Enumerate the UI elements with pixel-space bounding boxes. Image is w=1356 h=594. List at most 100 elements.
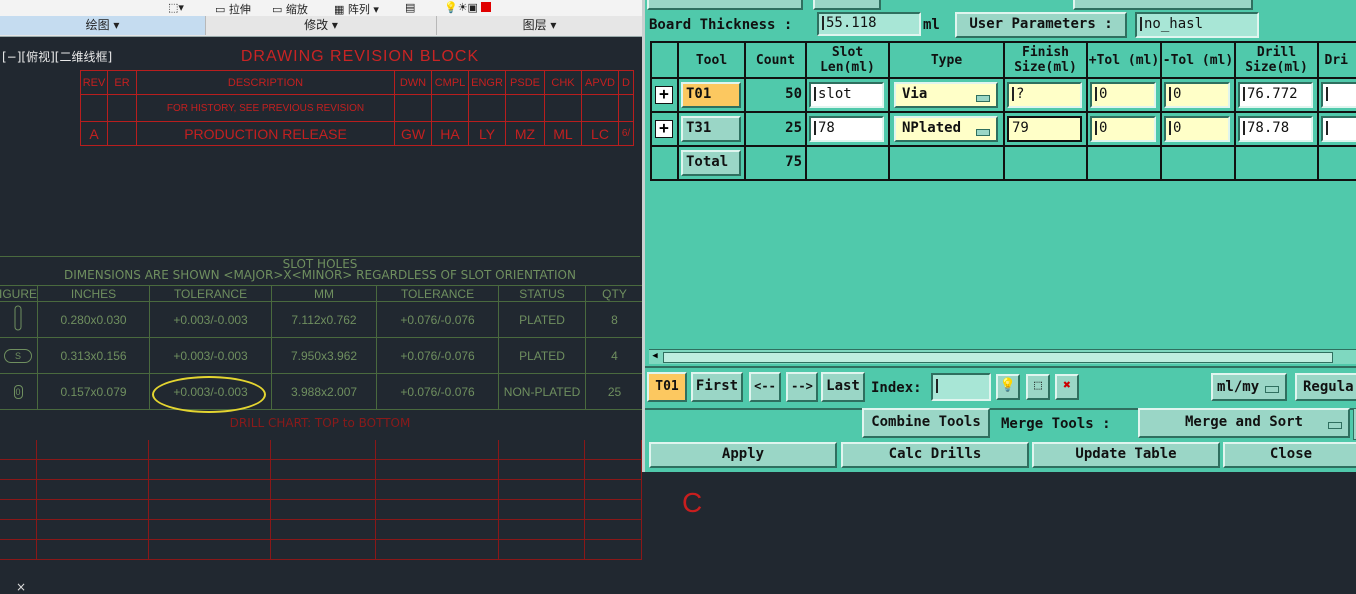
horizontal-scrollbar[interactable]: ◀	[649, 349, 1356, 364]
expand-icon[interactable]: +	[655, 86, 673, 104]
slot-len-header: Slot Len(ml)	[807, 43, 890, 79]
top-button-3[interactable]	[1073, 0, 1253, 10]
tool-header: Tool	[679, 43, 746, 79]
drill-chart-title: DRILL CHART: TOP to BOTTOM	[229, 416, 411, 430]
minus-tol-header: -Tol (ml)	[1162, 43, 1236, 79]
engr-value: LY	[468, 121, 506, 146]
units-dropdown[interactable]: ml/my	[1211, 373, 1287, 401]
next-button[interactable]: -->	[786, 372, 818, 402]
panel-draw[interactable]: 绘图 ▾	[0, 16, 206, 35]
mm-cell: 7.950x3.962	[271, 337, 378, 374]
total-button[interactable]: Total	[681, 150, 741, 176]
mm-header: MM	[271, 285, 378, 302]
dwn-header: DWN	[394, 70, 432, 95]
minus-tol-input[interactable]: 0	[1164, 82, 1230, 108]
scale-button[interactable]: ▭ 缩放	[272, 1, 308, 17]
inches-cell: 0.313x0.156	[37, 337, 151, 374]
cad-ribbon: ⬚▾ ▭ 拉伸 ▭ 缩放 ▦ 阵列 ▾ ▤ 💡☀▣ 0	[0, 0, 642, 16]
type-dropdown[interactable]: Via	[894, 82, 998, 108]
tolerance-mm-cell: +0.076/-0.076	[376, 337, 500, 374]
drill-size-input[interactable]: 78.78	[1238, 116, 1313, 142]
minus-tol-input[interactable]: 0	[1164, 116, 1230, 142]
scrollbar-thumb[interactable]	[663, 352, 1333, 363]
finish-size-header: Finish Size(ml)	[1005, 43, 1088, 79]
last-button[interactable]: Last	[821, 372, 865, 402]
combine-tools-button[interactable]: Combine Tools	[862, 408, 990, 438]
delete-icon[interactable]: ✖	[1055, 374, 1079, 400]
drill-dev-input[interactable]	[1321, 116, 1356, 142]
expand-icon[interactable]: +	[655, 120, 673, 138]
qty-cell: 4	[585, 337, 645, 374]
qty-cell: 25	[585, 373, 645, 410]
stretch-button[interactable]: ▭ 拉伸	[215, 1, 251, 17]
d-header: D	[618, 70, 634, 95]
finish-size-input[interactable]: 79	[1007, 116, 1082, 142]
user-parameters-input[interactable]: no_hasl	[1135, 12, 1259, 38]
ribbon-panel-bar: 绘图 ▾ 修改 ▾ 图层 ▾	[0, 16, 643, 37]
panel-modify[interactable]: 修改 ▾	[206, 16, 437, 35]
array-button[interactable]: ▦ 阵列 ▾	[334, 1, 379, 17]
lightbulb-icon[interactable]: 💡	[996, 374, 1020, 400]
finish-size-input[interactable]: ?	[1007, 82, 1082, 108]
dropdown-arrow-icon	[976, 95, 990, 102]
top-button-1[interactable]	[647, 0, 803, 10]
select-tool-icon[interactable]: ⬚	[1026, 374, 1050, 400]
first-button[interactable]: First	[691, 372, 743, 402]
scroll-left-icon[interactable]: ◀	[649, 351, 661, 362]
table-row: +	[652, 113, 679, 147]
drill-tool-dialog: Board Thickness : 55.118 ml User Paramet…	[642, 0, 1356, 472]
merge-tools-label: Merge Tools :	[1001, 416, 1111, 432]
plus-tol-input[interactable]: 0	[1090, 116, 1156, 142]
rev-header: REV	[80, 70, 108, 95]
history-note: FOR HISTORY, SEE PREVIOUS REVISION	[136, 94, 395, 122]
select-icon[interactable]: ⬚▾	[168, 1, 184, 14]
type-dropdown[interactable]: NPlated	[894, 116, 998, 142]
tool-button-t01[interactable]: T01	[681, 82, 741, 108]
plus-tol-input[interactable]: 0	[1090, 82, 1156, 108]
navigation-bar: T01 First <-- --> Last Index: 💡 ⬚ ✖ ml/m…	[645, 366, 1356, 410]
calc-drills-button[interactable]: Calc Drills	[841, 442, 1029, 468]
layer-props-icon[interactable]: ▤	[405, 1, 415, 14]
drill-dev-input[interactable]	[1321, 82, 1356, 108]
top-button-2[interactable]	[813, 0, 881, 10]
tool-table: Tool Count Slot Len(ml) Type Finish Size…	[650, 41, 1356, 181]
revision-block-title: DRAWING REVISION BLOCK	[240, 48, 480, 65]
user-parameters-button[interactable]: User Parameters :	[955, 12, 1127, 38]
drill-chart-ghost	[0, 440, 642, 560]
inches-header: INCHES	[37, 285, 151, 302]
slot-holes-title: SLOT HOLES DIMENSIONS ARE SHOWN <MAJOR>X…	[64, 257, 576, 282]
status-cell: PLATED	[498, 301, 587, 338]
qty-header: QTY	[585, 285, 645, 302]
mm-cell: 7.112x0.762	[271, 301, 378, 338]
highlight-ellipse	[152, 376, 266, 413]
cad-text-c: C	[682, 487, 703, 518]
regular-dropdown[interactable]: Regula	[1295, 373, 1356, 401]
tolerance-cell: +0.003/-0.003	[149, 301, 273, 338]
board-thickness-input[interactable]: 55.118	[817, 12, 921, 36]
close-button[interactable]: Close	[1223, 442, 1356, 468]
dwn-value: GW	[394, 121, 432, 146]
board-thickness-label: Board Thickness :	[649, 17, 793, 33]
slot-len-input[interactable]: slot	[809, 82, 884, 108]
panel-layers[interactable]: 图层 ▾	[437, 16, 643, 35]
prev-button[interactable]: <--	[749, 372, 781, 402]
rev-value: A	[80, 121, 108, 146]
layer-state-icons[interactable]: 💡☀▣ 0	[444, 1, 492, 14]
tool-button-t31[interactable]: T31	[681, 116, 741, 142]
inches-cell: 0.280x0.030	[37, 301, 151, 338]
drill-size-input[interactable]: 76.772	[1238, 82, 1313, 108]
apply-button[interactable]: Apply	[649, 442, 837, 468]
merge-option-dropdown[interactable]: Merge and Sort	[1138, 408, 1350, 438]
slot-len-input[interactable]: 78	[809, 116, 884, 142]
revision-table: REV ER DESCRIPTION DWN CMPL ENGR PSDE CH…	[80, 70, 634, 146]
update-table-button[interactable]: Update Table	[1032, 442, 1220, 468]
index-label: Index:	[871, 380, 922, 396]
status-cell: NON-PLATED	[498, 373, 587, 410]
index-input[interactable]	[931, 373, 991, 401]
dropdown-arrow-icon	[976, 129, 990, 136]
status-header: STATUS	[498, 285, 587, 302]
psde-value: MZ	[505, 121, 545, 146]
count-cell: 25	[746, 113, 807, 147]
current-tool-indicator: T01	[647, 372, 687, 402]
er-header: ER	[107, 70, 137, 95]
